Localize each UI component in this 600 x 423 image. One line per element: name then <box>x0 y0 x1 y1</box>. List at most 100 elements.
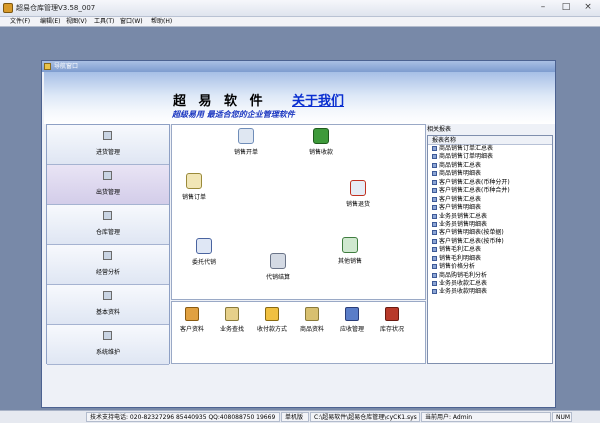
about-us-link[interactable]: 关于我们 <box>292 90 344 109</box>
item-label: 收付款方式 <box>256 326 287 333</box>
sales-icon <box>103 171 112 180</box>
nav-window-caption[interactable]: 导航窗口 <box>42 61 555 72</box>
receivables-button[interactable]: 应收管理 <box>332 307 372 333</box>
sidebar-item-analysis[interactable]: 经营分析 <box>47 245 169 285</box>
report-item[interactable]: 客户销售明细表 <box>428 204 552 212</box>
payment-method-button[interactable]: 收付款方式 <box>252 307 292 333</box>
menu-file[interactable]: 文件(F) <box>10 17 30 27</box>
report-item[interactable]: 销售毛利明细表 <box>428 255 552 263</box>
report-item-label: 商品销售明细表 <box>439 170 482 178</box>
sales-return-button[interactable]: 销售退货 <box>333 180 383 208</box>
report-item-label: 客户销售明细表 <box>439 204 482 212</box>
sales-collection-button[interactable]: 销售收款 <box>296 128 346 156</box>
report-item[interactable]: 业务员收款明细表 <box>428 288 552 296</box>
banner-headline: 超 易 软 件 <box>173 94 267 109</box>
report-icon <box>432 264 437 270</box>
item-label: 销售开单 <box>233 149 258 156</box>
item-label: 销售收款 <box>308 149 333 156</box>
reports-column-header: 报表名称 <box>428 136 552 145</box>
menu-view[interactable]: 视图(V) <box>66 17 87 27</box>
business-search-button[interactable]: 业务查找 <box>212 307 252 333</box>
report-icon <box>432 154 437 160</box>
sidebar-item-label: 仓库管理 <box>95 229 120 236</box>
report-icon <box>432 230 437 236</box>
report-icon <box>432 188 437 194</box>
banner-slogan: 超级易用 最适合您的企业管理软件 <box>172 110 295 119</box>
report-item[interactable]: 销售价格分析 <box>428 263 552 271</box>
status-bar: 技术支持电话: 020-82327296 85440935 QQ:4080887… <box>0 410 600 423</box>
support-phone: 技术支持电话: 020-82327296 85440935 QQ:4080887… <box>86 412 280 422</box>
report-icon <box>432 247 437 253</box>
chart-icon <box>103 251 112 260</box>
sidebar-item-basic-data[interactable]: 基本资料 <box>47 285 169 325</box>
app-icon <box>3 3 13 13</box>
consignment-settlement-button[interactable]: 代销结算 <box>253 253 303 281</box>
system-icon <box>103 331 112 340</box>
consignment-button[interactable]: 委托代销 <box>179 238 229 266</box>
consignment-icon <box>196 238 212 254</box>
database-path: C:\超易软件\超易仓库管理\cyCK1.sys <box>310 412 420 422</box>
sidebar-item-warehouse[interactable]: 仓库管理 <box>47 205 169 245</box>
edition-label: 单机版 <box>281 412 309 422</box>
sidebar-item-purchase[interactable]: 进货管理 <box>47 125 169 165</box>
report-item[interactable]: 销售毛利汇总表 <box>428 246 552 254</box>
report-icon <box>432 289 437 295</box>
sidebar-item-label: 出货管理 <box>95 189 120 196</box>
report-icon <box>432 272 437 278</box>
warehouse-icon <box>385 307 399 321</box>
report-icon <box>432 196 437 202</box>
item-label: 其他销售 <box>337 258 362 265</box>
banner: 超 易 软 件 关于我们 超级易用 最适合您的企业管理软件 <box>44 72 555 124</box>
report-item[interactable]: 客户销售明细表(按单据) <box>428 229 552 237</box>
report-icon <box>432 238 437 244</box>
window-title: 超易仓库管理V3.58_007 <box>16 4 96 12</box>
minimize-button[interactable]: – <box>532 1 554 15</box>
sales-order-button[interactable]: 销售订单 <box>169 173 219 201</box>
report-item[interactable]: 客户销售汇总表(币种合并) <box>428 187 552 195</box>
coins-icon <box>270 253 286 269</box>
payment-icon <box>265 307 279 321</box>
item-label: 应收管理 <box>339 326 364 333</box>
report-item[interactable]: 客户销售汇总表(按币种) <box>428 238 552 246</box>
num-lock-indicator: NUM <box>552 412 572 422</box>
report-item[interactable]: 业务员销售汇总表 <box>428 213 552 221</box>
report-item[interactable]: 商品销售明细表 <box>428 170 552 178</box>
close-button[interactable]: × <box>577 1 599 15</box>
item-label: 客户资料 <box>179 326 204 333</box>
customer-info-button[interactable]: 客户资料 <box>172 307 212 333</box>
product-info-button[interactable]: 商品资料 <box>292 307 332 333</box>
report-item[interactable]: 商品购销毛利分析 <box>428 272 552 280</box>
report-icon <box>432 213 437 219</box>
sidebar-item-label: 经营分析 <box>95 269 120 276</box>
report-item-label: 商品销售汇总表 <box>439 161 482 169</box>
reports-list: 报表名称 商品销售订单汇总表 商品销售订单明细表 商品销售汇总表 商品销售明细表 客户销… <box>427 135 553 364</box>
report-item-label: 销售毛利明细表 <box>439 254 482 262</box>
maximize-button[interactable]: □ <box>555 1 577 15</box>
stock-status-button[interactable]: 库存状况 <box>372 307 412 333</box>
report-item-label: 业务员收款明细表 <box>439 288 488 296</box>
report-icon <box>432 162 437 168</box>
report-icon <box>432 281 437 286</box>
product-icon <box>305 307 319 321</box>
item-label: 业务查找 <box>219 326 244 333</box>
report-item-label: 客户销售汇总表 <box>439 195 482 203</box>
menu-window[interactable]: 窗口(W) <box>120 17 143 27</box>
report-item[interactable]: 客户销售汇总表 <box>428 196 552 204</box>
report-item[interactable]: 商品销售订单明细表 <box>428 153 552 161</box>
report-item-label: 销售价格分析 <box>439 263 476 271</box>
sidebar-item-sales[interactable]: 出货管理 <box>47 165 169 205</box>
menu-edit[interactable]: 编辑(E) <box>40 17 60 27</box>
sidebar-item-label: 基本资料 <box>95 309 120 316</box>
item-label: 委托代销 <box>191 259 216 266</box>
checkmark-icon <box>313 128 329 144</box>
receivables-icon <box>345 307 359 321</box>
report-item[interactable]: 客户销售汇总表(币种分开) <box>428 179 552 187</box>
item-label: 销售订单 <box>181 194 206 201</box>
sidebar-item-system[interactable]: 系统维护 <box>47 325 169 365</box>
other-sales-button[interactable]: 其他销售 <box>325 237 375 265</box>
report-icon <box>432 255 437 261</box>
item-label: 库存状况 <box>379 326 404 333</box>
menu-help[interactable]: 帮助(H) <box>151 17 172 27</box>
menu-tools[interactable]: 工具(T) <box>94 17 114 27</box>
sales-order-entry-button[interactable]: 销售开单 <box>221 128 271 156</box>
